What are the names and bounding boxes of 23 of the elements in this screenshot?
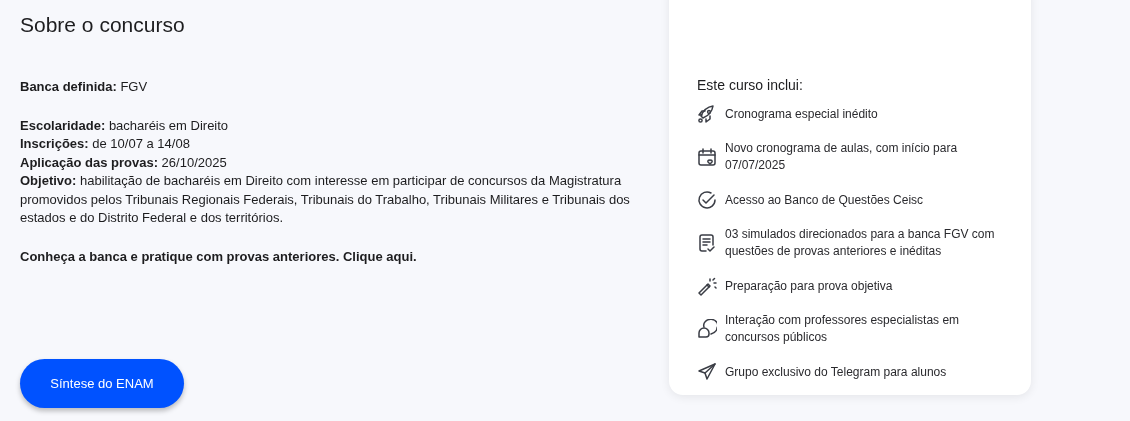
magic-wand-icon xyxy=(697,276,717,296)
detail-text: Inscrições: de 10/07 a 14/08 xyxy=(20,135,191,153)
detail-text: Conheça a banca e pratique com provas anteriores. Clique aqui. xyxy=(20,247,418,266)
synthesis-button[interactable]: Síntese do ENAM xyxy=(20,359,184,408)
feature-text: Interação com professores especialistas em concursos públicos xyxy=(725,312,961,346)
feature-text: Grupo exclusivo do Telegram para alunos xyxy=(725,363,947,381)
detail-text: Escolaridade: bacharéis em Direito xyxy=(20,116,230,135)
rocket-icon xyxy=(697,104,717,124)
card-heading: Este curso inclui: xyxy=(697,76,804,95)
chat-bubble-icon xyxy=(697,319,717,339)
document-check-icon xyxy=(697,233,717,253)
feature-text: Novo cronograma de aulas, com início para 07/07/2025 xyxy=(725,140,959,174)
paper-plane-icon xyxy=(697,362,717,382)
detail-text: Banca definida: FGV xyxy=(20,78,149,96)
feature-text: Acesso ao Banco de Questões Ceisc xyxy=(725,191,924,209)
feature-text: Preparação para prova objetiva xyxy=(725,277,893,295)
calendar-icon xyxy=(697,147,717,167)
feature-text: Cronograma especial inédito xyxy=(725,105,878,123)
check-circle-icon xyxy=(697,190,717,210)
detail-text: Aplicação das provas: 26/10/2025 xyxy=(20,153,228,172)
detail-text: Objetivo: habilitação de bacharéis em Direito com interesse em participar de concursos da Magistratura promovidos pelos Tribunais Regionais Federais, Tribunais do Trabalho, Tribunais Militares e Tribunais dos estados e do Distrito Federal e dos territórios. xyxy=(20,172,631,227)
feature-text: 03 simulados direcionados para a banca FGV com questões de provas anteriores e inéditas xyxy=(725,226,996,260)
section-title: Sobre o concurso xyxy=(20,12,186,38)
